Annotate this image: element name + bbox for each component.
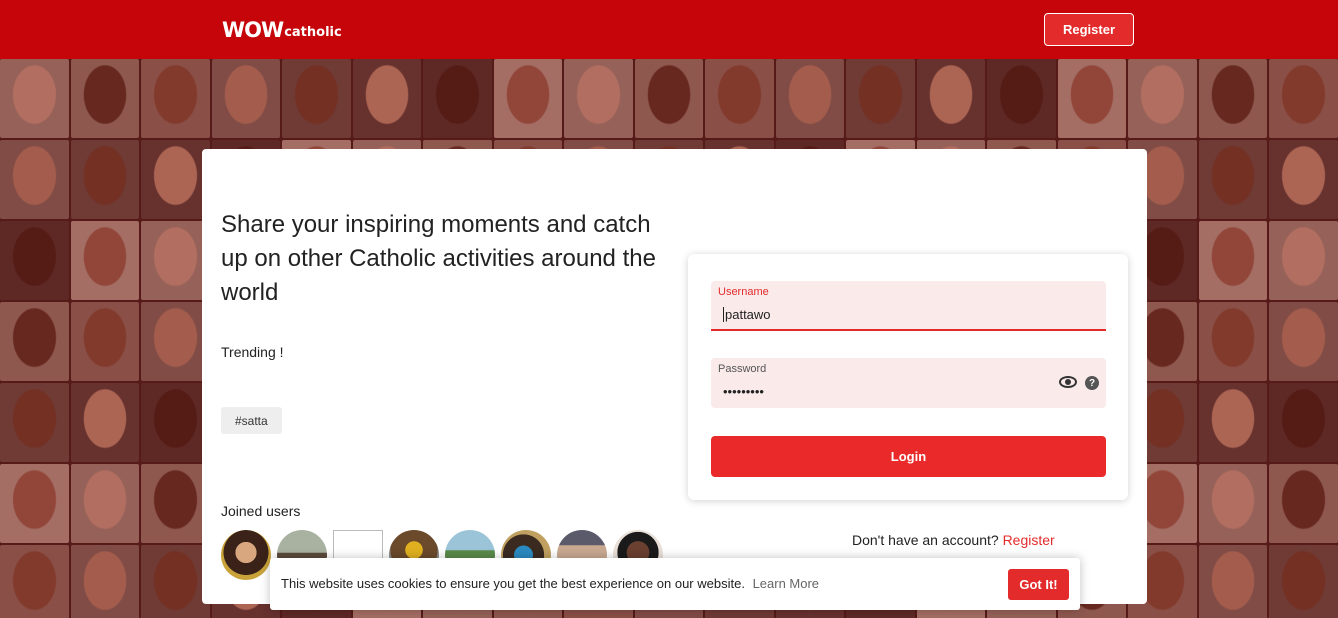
mosaic-photo-tile	[1269, 302, 1338, 381]
username-field[interactable]: Username pattawo	[711, 281, 1106, 331]
mosaic-photo-tile	[0, 221, 69, 300]
learn-more-link[interactable]: Learn More	[753, 576, 819, 591]
cookie-accept-button[interactable]: Got It!	[1008, 569, 1069, 600]
password-field[interactable]: Password •••••••••	[711, 358, 1106, 408]
mosaic-photo-tile	[282, 59, 351, 138]
mosaic-photo-tile	[1198, 140, 1268, 219]
top-navbar: WOW catholic Register	[0, 0, 1338, 59]
mosaic-photo-tile	[0, 59, 69, 138]
wowcatholic-logo[interactable]: WOW catholic	[222, 16, 342, 42]
login-button[interactable]: Login	[711, 436, 1106, 477]
register-link[interactable]: Register	[1003, 532, 1055, 548]
mosaic-photo-tile	[564, 59, 633, 138]
no-account-prompt: Don't have an account? Register	[852, 532, 1055, 548]
cookie-message: This website uses cookies to ensure you …	[281, 576, 819, 591]
mosaic-photo-tile	[1128, 59, 1197, 138]
show-password-eye-icon[interactable]	[1059, 374, 1077, 390]
username-input[interactable]: pattawo	[723, 307, 771, 322]
mosaic-photo-tile	[211, 59, 281, 138]
mosaic-photo-tile	[1198, 302, 1268, 381]
mosaic-photo-tile	[141, 59, 210, 138]
mosaic-photo-tile	[0, 302, 69, 381]
cookie-text: This website uses cookies to ensure you …	[281, 576, 745, 591]
password-input[interactable]: •••••••••	[723, 384, 764, 399]
mosaic-photo-tile	[916, 59, 986, 138]
avatar[interactable]	[221, 530, 271, 580]
header-register-button[interactable]: Register	[1044, 13, 1134, 46]
mosaic-photo-tile	[987, 59, 1056, 138]
mosaic-photo-tile	[1269, 464, 1338, 543]
logo-text-catholic: catholic	[284, 25, 342, 40]
help-icon[interactable]: ?	[1085, 376, 1099, 390]
mosaic-photo-tile	[141, 545, 210, 618]
mosaic-photo-tile	[141, 302, 210, 381]
mosaic-photo-tile	[0, 383, 69, 462]
page-headline: Share your inspiring moments and catch u…	[221, 211, 656, 306]
mosaic-photo-tile	[846, 59, 915, 138]
mosaic-photo-tile	[70, 221, 140, 300]
cookie-consent-bar: This website uses cookies to ensure you …	[270, 558, 1080, 610]
mosaic-photo-tile	[352, 59, 422, 138]
mosaic-photo-tile	[0, 464, 69, 543]
mosaic-photo-tile	[70, 140, 140, 219]
mosaic-photo-tile	[1198, 383, 1268, 462]
mosaic-photo-tile	[0, 140, 69, 219]
mosaic-photo-tile	[70, 383, 140, 462]
mosaic-photo-tile	[775, 59, 845, 138]
joined-users-label: Joined users	[221, 503, 301, 519]
mosaic-photo-tile	[493, 59, 563, 138]
trending-tag-satta[interactable]: #satta	[221, 407, 282, 434]
mosaic-photo-tile	[1198, 59, 1268, 138]
mosaic-photo-tile	[70, 302, 140, 381]
mosaic-photo-tile	[141, 383, 210, 462]
no-account-text: Don't have an account?	[852, 532, 999, 548]
mosaic-photo-tile	[1198, 545, 1268, 618]
mosaic-photo-tile	[141, 140, 210, 219]
mosaic-photo-tile	[70, 545, 140, 618]
mosaic-photo-tile	[1269, 383, 1338, 462]
password-label: Password	[718, 363, 767, 375]
mosaic-photo-tile	[1198, 464, 1268, 543]
username-label: Username	[718, 286, 769, 298]
trending-label: Trending !	[221, 344, 284, 360]
mosaic-photo-tile	[1057, 59, 1127, 138]
mosaic-photo-tile	[1269, 221, 1338, 300]
mosaic-photo-tile	[1269, 140, 1338, 219]
mosaic-photo-tile	[705, 59, 774, 138]
mosaic-photo-tile	[141, 464, 210, 543]
mosaic-photo-tile	[1269, 59, 1338, 138]
mosaic-photo-tile	[1269, 545, 1338, 618]
mosaic-photo-tile	[1198, 221, 1268, 300]
mosaic-photo-tile	[0, 545, 69, 618]
mosaic-photo-tile	[70, 464, 140, 543]
mosaic-photo-tile	[141, 221, 210, 300]
mosaic-photo-tile	[634, 59, 704, 138]
mosaic-photo-tile	[70, 59, 140, 138]
mosaic-photo-tile	[423, 59, 492, 138]
logo-text-wow: WOW	[222, 18, 284, 42]
